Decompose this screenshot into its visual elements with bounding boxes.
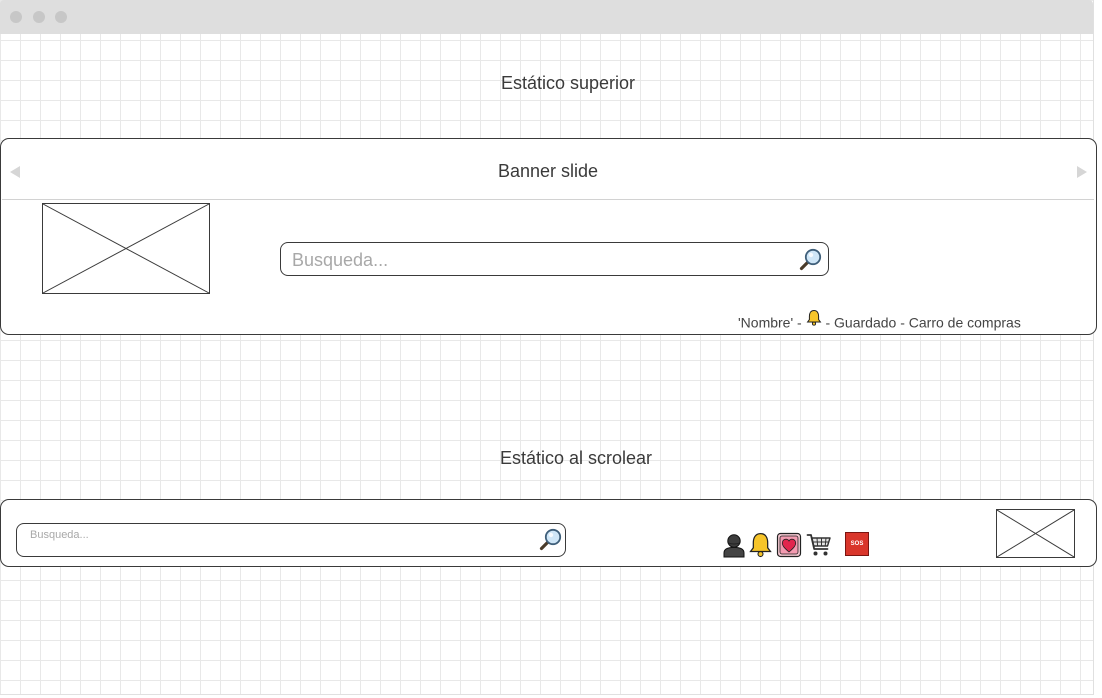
bell-icon[interactable] bbox=[748, 531, 773, 558]
window-maximize-dot[interactable] bbox=[55, 11, 67, 23]
search-input[interactable] bbox=[292, 249, 792, 271]
sos-label: SOS bbox=[850, 541, 864, 547]
browser-window: Estático superior Banner slide 'Nombre' … bbox=[0, 0, 1097, 695]
magnifier-icon[interactable] bbox=[539, 527, 563, 551]
separator: - bbox=[900, 314, 905, 331]
window-minimize-dot[interactable] bbox=[33, 11, 45, 23]
top-static-header: Banner slide 'Nombre' - - bbox=[0, 138, 1097, 335]
user-links: 'Nombre' - - Guardado - Carro de compras bbox=[738, 309, 1021, 330]
scroll-static-caption: Estático al scrolear bbox=[499, 448, 653, 468]
right-arrow-icon[interactable] bbox=[1077, 166, 1087, 178]
window-titlebar bbox=[0, 0, 1093, 34]
banner-label: Banner slide bbox=[497, 161, 599, 181]
shopping-cart-icon[interactable] bbox=[806, 532, 832, 558]
logo-image-placeholder[interactable] bbox=[42, 203, 210, 294]
sos-icon[interactable]: SOS bbox=[845, 532, 869, 556]
banner-slide[interactable]: Banner slide bbox=[2, 142, 1094, 200]
separator: - bbox=[825, 314, 831, 331]
magnifier-icon[interactable] bbox=[799, 247, 823, 271]
window-close-dot[interactable] bbox=[10, 11, 22, 23]
saved-link[interactable]: Guardado bbox=[834, 314, 896, 330]
cart-link[interactable]: Carro de compras bbox=[909, 314, 1021, 330]
separator: - bbox=[797, 314, 802, 331]
image-placeholder-cross bbox=[997, 510, 1074, 557]
user-name-link[interactable]: 'Nombre' bbox=[738, 314, 793, 330]
search-bar[interactable] bbox=[280, 242, 829, 276]
bell-icon[interactable] bbox=[806, 309, 822, 326]
sticky-search-bar[interactable] bbox=[16, 523, 566, 557]
sticky-search-input[interactable] bbox=[30, 528, 530, 542]
heart-icon[interactable] bbox=[776, 532, 802, 558]
top-static-caption: Estático superior bbox=[500, 73, 636, 93]
image-placeholder-cross bbox=[43, 204, 209, 293]
logo-image-placeholder[interactable] bbox=[996, 509, 1075, 558]
user-icon[interactable] bbox=[722, 532, 746, 558]
sticky-header: SOS bbox=[0, 499, 1097, 567]
